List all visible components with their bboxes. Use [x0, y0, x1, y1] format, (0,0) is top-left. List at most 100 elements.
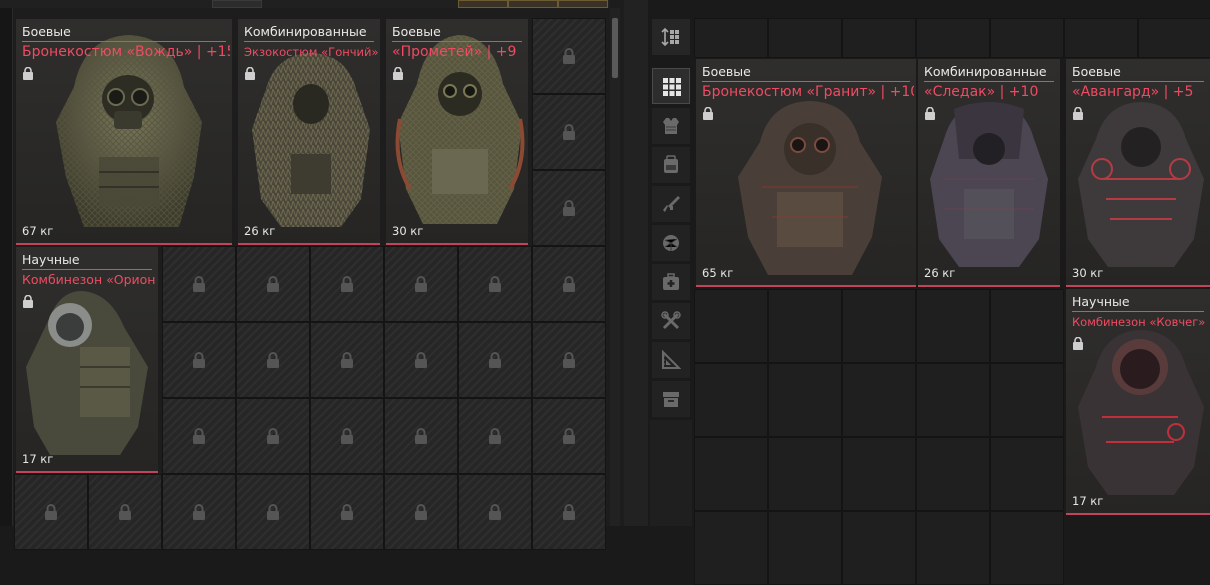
armor-suit-image [26, 291, 148, 455]
locked-slot[interactable] [458, 474, 532, 550]
lock-icon [414, 276, 428, 292]
locked-slot[interactable] [384, 398, 458, 474]
empty-slot[interactable] [990, 363, 1064, 437]
item-card-kovcheg[interactable]: Научные Комбинезон «Ковчег» | ... 17 кг [1066, 289, 1210, 515]
empty-slot[interactable] [694, 437, 768, 511]
storage-box-icon [663, 392, 679, 407]
locked-slot[interactable] [458, 398, 532, 474]
left-scrollbar-thumb[interactable] [612, 18, 618, 78]
armor-suit-image [1078, 102, 1204, 267]
lock-icon [562, 428, 576, 444]
locked-slot[interactable] [384, 246, 458, 322]
locked-slot[interactable] [310, 398, 384, 474]
locked-slot[interactable] [162, 474, 236, 550]
empty-slot[interactable] [990, 289, 1064, 363]
empty-slot[interactable] [990, 18, 1064, 58]
locked-slot[interactable] [532, 18, 606, 94]
item-category: Боевые [22, 24, 226, 42]
artifact-tab[interactable] [652, 225, 690, 261]
empty-slot[interactable] [694, 289, 768, 363]
locked-slot[interactable] [384, 322, 458, 398]
item-category: Научные [1072, 294, 1204, 312]
locked-slot[interactable] [458, 322, 532, 398]
armor-tab[interactable] [652, 108, 690, 144]
locked-slot[interactable] [162, 322, 236, 398]
locked-slot[interactable] [236, 322, 310, 398]
item-card-vozhd[interactable]: Боевые Бронекостюм «Вождь» | +15 67 кг [16, 19, 232, 245]
top-tab[interactable] [212, 0, 262, 8]
locked-slot[interactable] [310, 474, 384, 550]
locked-slot[interactable] [236, 398, 310, 474]
lock-icon [562, 48, 576, 64]
empty-slot[interactable] [842, 18, 916, 58]
locked-slot[interactable] [162, 246, 236, 322]
locked-slot[interactable] [532, 94, 606, 170]
locked-slot[interactable] [236, 474, 310, 550]
armor-suit-image [1078, 330, 1204, 495]
locked-slot[interactable] [236, 246, 310, 322]
left-scrollbar[interactable] [610, 8, 620, 526]
locked-slot[interactable] [532, 398, 606, 474]
item-card-sledak[interactable]: Комбинированные «Следак» | +10 26 кг [918, 59, 1060, 287]
locked-slot[interactable] [88, 474, 162, 550]
lock-icon [488, 428, 502, 444]
empty-slot[interactable] [768, 437, 842, 511]
locked-slot[interactable] [310, 246, 384, 322]
backpack-tab[interactable] [652, 147, 690, 183]
item-weight: 67 кг [22, 224, 54, 238]
empty-slot[interactable] [694, 511, 768, 585]
lock-icon [245, 67, 255, 80]
locked-slot[interactable] [14, 474, 88, 550]
empty-slot[interactable] [768, 289, 842, 363]
locked-slot[interactable] [532, 170, 606, 246]
empty-slot[interactable] [768, 18, 842, 58]
empty-slot[interactable] [990, 511, 1064, 585]
empty-slot[interactable] [916, 18, 990, 58]
grid-view-icon [663, 78, 681, 96]
empty-slot[interactable] [842, 363, 916, 437]
medicine-tab[interactable] [652, 264, 690, 300]
lock-icon [562, 200, 576, 216]
weapon-tab[interactable] [652, 186, 690, 222]
item-card-avangard[interactable]: Боевые «Авангард» | +5 30 кг [1066, 59, 1210, 287]
top-filter-button[interactable] [508, 0, 558, 8]
tools-icon [661, 311, 681, 330]
empty-slot[interactable] [916, 437, 990, 511]
tools-tab[interactable] [652, 303, 690, 339]
empty-slot[interactable] [694, 363, 768, 437]
locked-slot[interactable] [458, 246, 532, 322]
empty-slot[interactable] [768, 363, 842, 437]
empty-slot[interactable] [842, 289, 916, 363]
empty-slot[interactable] [916, 289, 990, 363]
lock-icon [340, 428, 354, 444]
left-edge-strip [0, 8, 13, 526]
empty-slot[interactable] [1138, 18, 1210, 58]
empty-slot[interactable] [694, 18, 768, 58]
item-category: Боевые [1072, 64, 1204, 82]
blueprints-tab[interactable] [652, 342, 690, 378]
item-card-orion[interactable]: Научные Комбинезон «Орион» 17 кг [16, 247, 158, 473]
lock-icon [562, 352, 576, 368]
empty-slot[interactable] [1064, 18, 1138, 58]
all-items-tab[interactable] [652, 68, 690, 104]
lock-icon [192, 352, 206, 368]
empty-slot[interactable] [916, 511, 990, 585]
locked-slot[interactable] [384, 474, 458, 550]
top-filter-button[interactable] [458, 0, 508, 8]
storage-tab[interactable] [652, 381, 690, 417]
empty-slot[interactable] [768, 511, 842, 585]
empty-slot[interactable] [990, 437, 1064, 511]
empty-slot[interactable] [916, 363, 990, 437]
locked-slot[interactable] [162, 398, 236, 474]
item-card-prometey[interactable]: Боевые «Прометей» | +9 30 кг [386, 19, 528, 245]
sort-button[interactable] [652, 19, 690, 55]
empty-slot[interactable] [842, 511, 916, 585]
locked-slot[interactable] [310, 322, 384, 398]
empty-slot[interactable] [842, 437, 916, 511]
locked-slot[interactable] [532, 474, 606, 550]
item-card-gonchiy[interactable]: Комбинированные Экзокостюм «Гончий» | ..… [238, 19, 380, 245]
locked-slot[interactable] [532, 246, 606, 322]
top-filter-button[interactable] [558, 0, 608, 8]
locked-slot[interactable] [532, 322, 606, 398]
item-card-granit[interactable]: Боевые Бронекостюм «Гранит» | +10 65 кг [696, 59, 916, 287]
